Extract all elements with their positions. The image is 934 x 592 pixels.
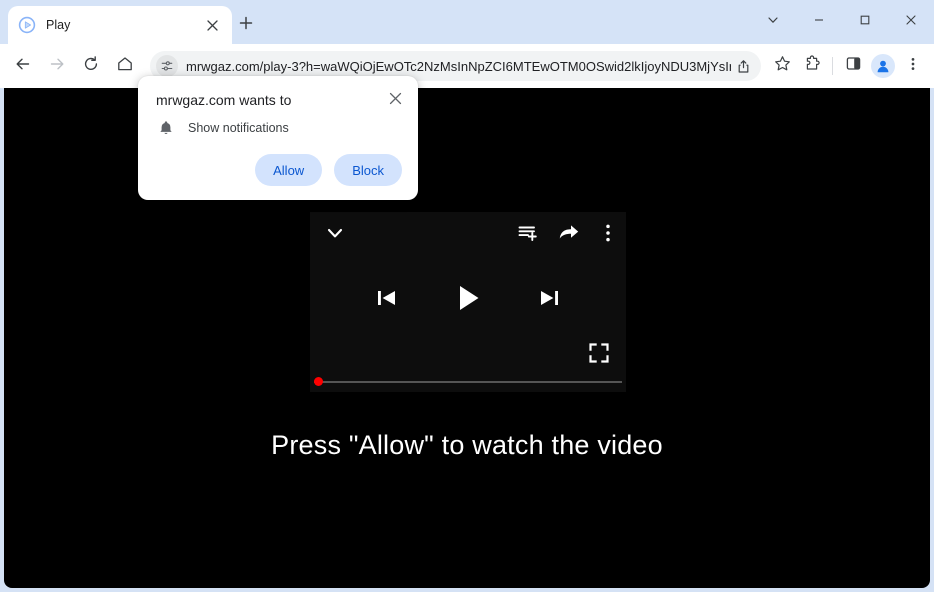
close-window-button[interactable]	[888, 5, 934, 39]
call-to-action-text: Press "Allow" to watch the video	[271, 430, 663, 460]
arrow-right-icon	[48, 55, 66, 78]
allow-button[interactable]: Allow	[255, 154, 323, 186]
play-button[interactable]	[452, 282, 484, 319]
tab-title: Play	[46, 18, 71, 32]
three-dots-vertical-icon	[905, 56, 921, 77]
permission-dialog-actions: Allow Block	[255, 154, 402, 186]
permission-dialog-title: mrwgaz.com wants to	[156, 92, 292, 108]
player-progress-bar[interactable]	[310, 377, 626, 387]
permission-row: Show notifications	[156, 118, 289, 138]
progress-scrubber[interactable]	[314, 377, 323, 386]
extensions-button[interactable]	[797, 51, 827, 81]
new-tab-button[interactable]	[232, 11, 260, 39]
three-dots-vertical-icon	[599, 222, 617, 249]
maximize-button[interactable]	[842, 5, 888, 39]
forward-button[interactable]	[40, 49, 74, 83]
close-icon	[905, 13, 917, 31]
skip-next-icon	[536, 285, 562, 316]
reload-icon	[82, 55, 100, 78]
fullscreen-icon	[588, 342, 610, 369]
share-arrow-icon	[558, 222, 580, 249]
permission-dialog-close-button[interactable]	[384, 90, 406, 112]
notification-permission-dialog: mrwgaz.com wants to Show notifications A…	[138, 76, 418, 200]
share-icon[interactable]	[731, 54, 755, 78]
skip-previous-icon	[374, 285, 400, 316]
avatar-icon	[871, 54, 895, 78]
tab-search-button[interactable]	[750, 5, 796, 39]
previous-button[interactable]	[374, 285, 400, 316]
chrome-menu-button[interactable]	[898, 51, 928, 81]
home-button[interactable]	[108, 49, 142, 83]
minimize-icon	[813, 13, 825, 31]
collapse-player-button[interactable]	[322, 222, 348, 248]
chevron-down-icon	[767, 13, 779, 31]
back-button[interactable]	[6, 49, 40, 83]
home-icon	[116, 55, 134, 78]
maximize-icon	[859, 13, 871, 31]
block-button[interactable]: Block	[334, 154, 402, 186]
player-more-button[interactable]	[598, 222, 618, 248]
add-to-queue-icon	[517, 222, 539, 249]
side-panel-button[interactable]	[838, 51, 868, 81]
video-player[interactable]	[310, 212, 626, 392]
toolbar-divider	[832, 57, 833, 75]
play-icon	[452, 282, 484, 319]
browser-window: Play mrwgaz.com/play-3?h=waWQiOjEwOTc2Nz…	[0, 0, 934, 592]
reload-button[interactable]	[74, 49, 108, 83]
chevron-down-icon	[324, 222, 346, 249]
progress-track	[314, 381, 622, 383]
profile-button[interactable]	[868, 51, 898, 81]
share-video-button[interactable]	[556, 222, 582, 248]
window-controls	[750, 0, 934, 44]
url-text: mrwgaz.com/play-3?h=waWQiOjEwOTc2NzMsInN…	[186, 58, 731, 74]
plus-icon	[239, 16, 253, 35]
bell-icon	[156, 118, 176, 138]
play-favicon-icon	[18, 16, 36, 34]
browser-tab[interactable]: Play	[8, 6, 232, 44]
tab-strip: Play	[0, 0, 934, 44]
side-panel-icon	[845, 55, 862, 77]
player-top-bar	[310, 212, 626, 256]
close-icon	[389, 92, 402, 110]
next-button[interactable]	[536, 285, 562, 316]
site-settings-icon[interactable]	[156, 55, 178, 77]
add-to-queue-button[interactable]	[515, 222, 541, 248]
star-icon	[774, 55, 791, 77]
minimize-button[interactable]	[796, 5, 842, 39]
tab-close-icon[interactable]	[202, 15, 222, 35]
player-transport-controls	[310, 274, 626, 326]
bookmark-button[interactable]	[767, 51, 797, 81]
puzzle-icon	[804, 55, 821, 77]
fullscreen-button[interactable]	[586, 342, 612, 368]
permission-label: Show notifications	[188, 121, 289, 135]
arrow-left-icon	[14, 55, 32, 78]
